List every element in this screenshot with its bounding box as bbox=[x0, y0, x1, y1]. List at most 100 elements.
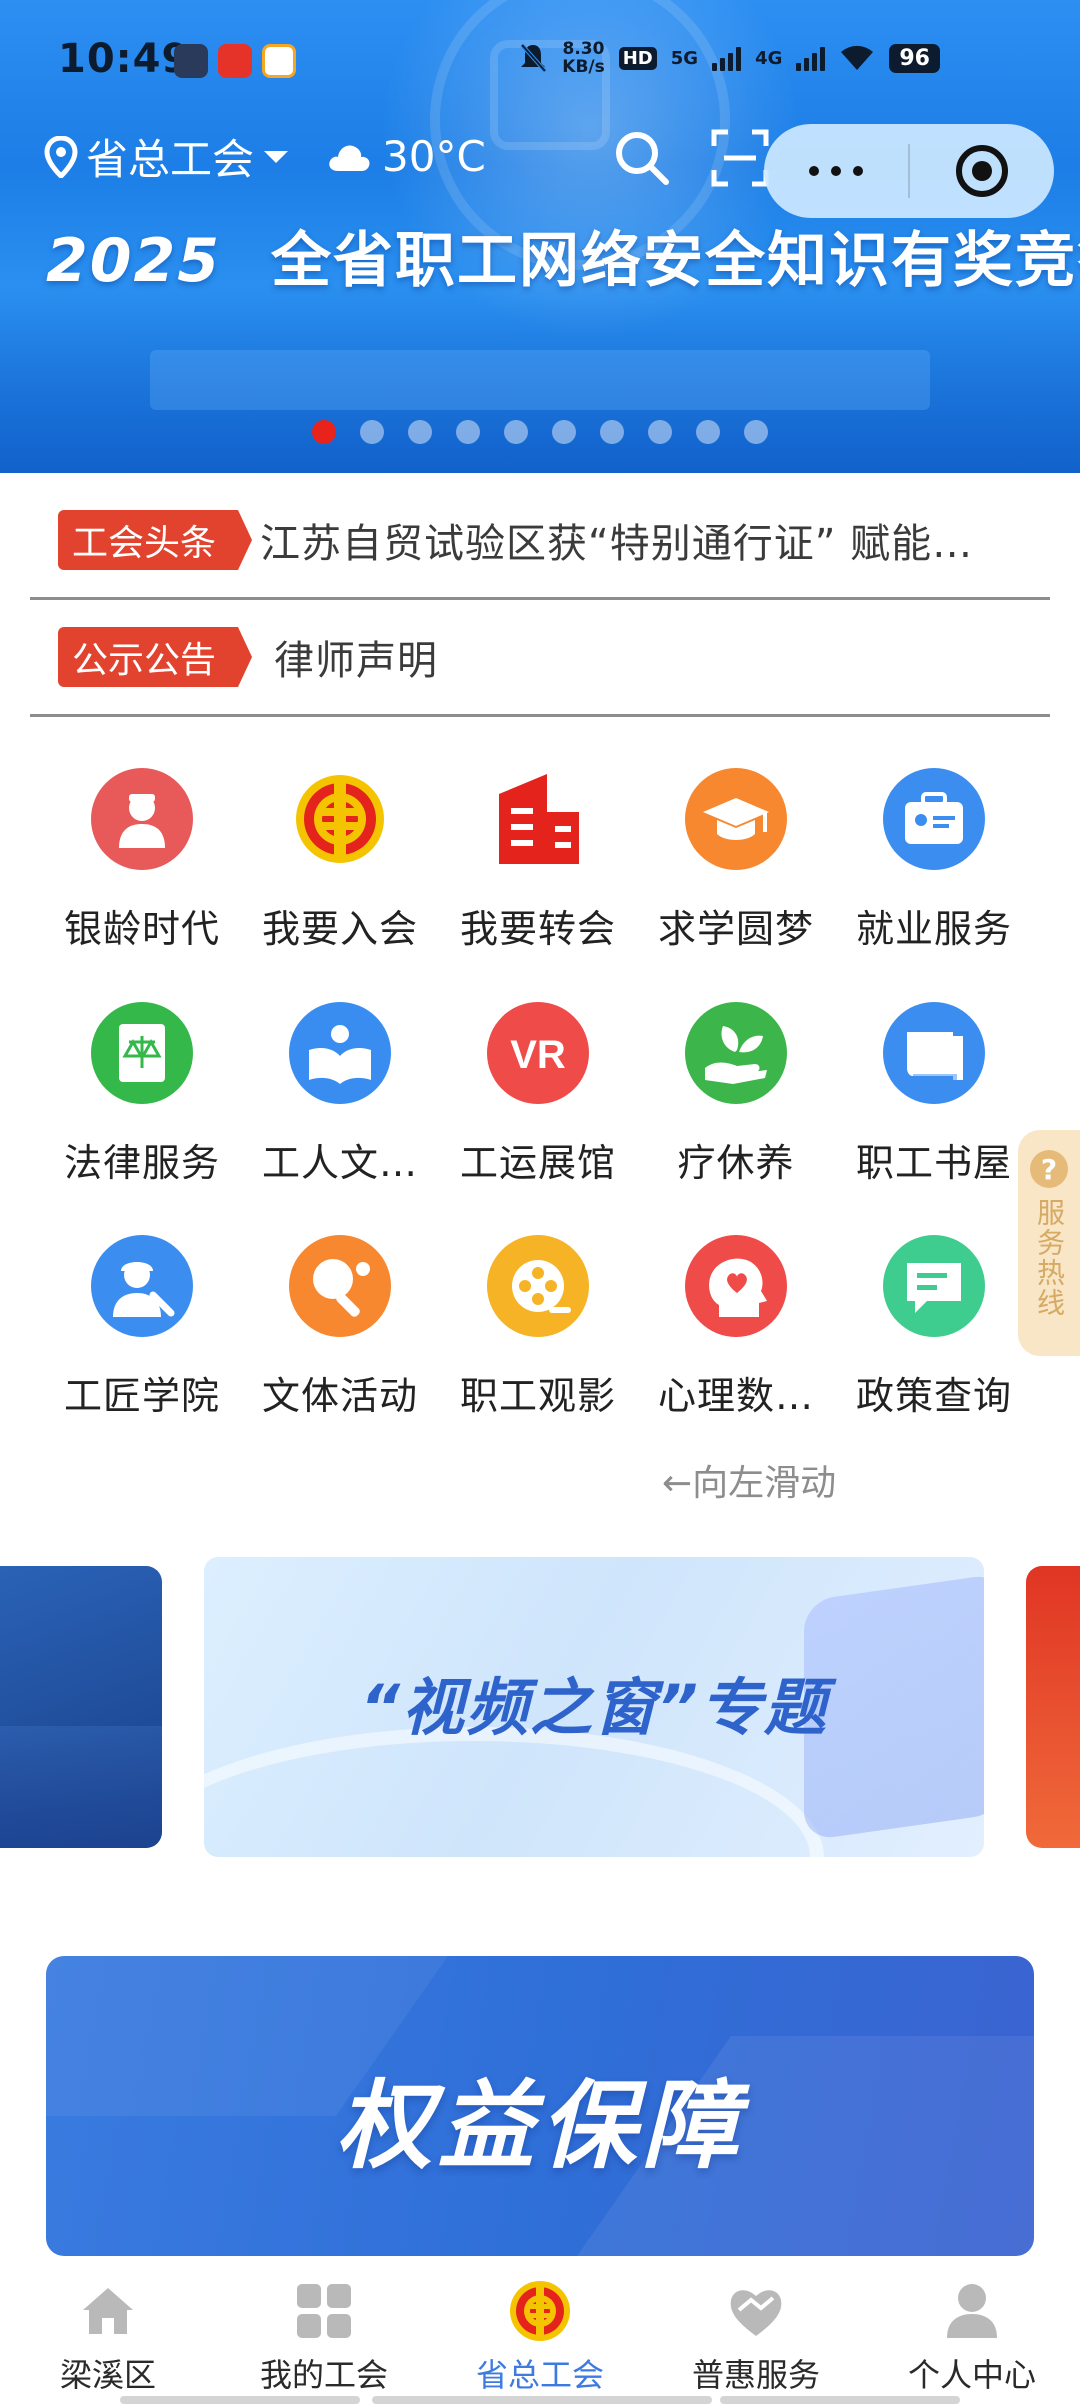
law-book-icon bbox=[91, 1002, 193, 1104]
service-item[interactable]: 我要转会 bbox=[440, 768, 636, 968]
rights-protection-banner[interactable]: 权益保障 bbox=[46, 1956, 1034, 2256]
location-label: 省总工会 bbox=[86, 135, 255, 184]
service-label: 职工观影 bbox=[459, 1374, 616, 1418]
carousel-dot[interactable] bbox=[696, 420, 720, 444]
service-item[interactable]: 求学圆梦 bbox=[638, 768, 834, 968]
svg-text:VR: VR bbox=[510, 1033, 566, 1077]
news-headline-row[interactable]: 工会头条 江苏自贸试验区获“特别通行证” 赋能… bbox=[30, 483, 1050, 600]
carousel-dot[interactable] bbox=[312, 420, 336, 444]
status-bar: 10:49 8.30 KB/s HD 5G 4G 96 bbox=[0, 0, 1080, 124]
service-label: 就业服务 bbox=[855, 907, 1012, 951]
carousel-dot[interactable] bbox=[552, 420, 576, 444]
carousel-dot[interactable] bbox=[600, 420, 624, 444]
service-item[interactable]: 职工书屋 bbox=[836, 1002, 1032, 1202]
service-hotline-tab[interactable]: ? 服务热线 bbox=[1018, 1130, 1080, 1356]
next-feature-card[interactable] bbox=[1026, 1566, 1080, 1848]
nav-item[interactable]: 省总工会 bbox=[432, 2258, 648, 2408]
location-selector[interactable]: 省总工会 bbox=[44, 126, 290, 187]
home-indicator bbox=[720, 2396, 960, 2404]
carousel-dot[interactable] bbox=[408, 420, 432, 444]
service-item[interactable]: 就业服务 bbox=[836, 768, 1032, 968]
service-item[interactable]: 职工观影 bbox=[440, 1235, 636, 1435]
person-icon bbox=[941, 2280, 1003, 2342]
hero-actions bbox=[612, 128, 770, 188]
miniapp-capsule bbox=[764, 124, 1054, 218]
service-label: 求学圆梦 bbox=[657, 907, 814, 951]
service-item[interactable]: 我要入会 bbox=[242, 768, 438, 968]
nav-item[interactable]: 个人中心 bbox=[864, 2258, 1080, 2408]
rights-title: 权益保障 bbox=[336, 2070, 744, 2182]
status-indicators: 8.30 KB/s HD 5G 4G 96 bbox=[518, 40, 940, 76]
service-label: 法律服务 bbox=[63, 1141, 220, 1185]
notice-tag: 公示公告 bbox=[58, 627, 253, 687]
hero-title: 2025 全省职工网络安全知识有奖竞答 bbox=[46, 212, 1080, 299]
carousel-dot[interactable] bbox=[360, 420, 384, 444]
weather: 30°C bbox=[326, 132, 486, 181]
service-item[interactable]: 法律服务 bbox=[44, 1002, 240, 1202]
status-app-icons bbox=[174, 44, 296, 78]
sig2-label: 4G bbox=[755, 47, 783, 69]
service-item[interactable]: 银龄时代 bbox=[44, 768, 240, 968]
service-item[interactable]: VR 工运展馆 bbox=[440, 1002, 636, 1202]
nav-item[interactable]: 普惠服务 bbox=[648, 2258, 864, 2408]
service-item[interactable]: 工人文… bbox=[242, 1002, 438, 1202]
leaf-hand-icon bbox=[685, 1002, 787, 1104]
union-emblem-icon bbox=[509, 2280, 571, 2342]
news-text: 江苏自贸试验区获“特别通行证” 赋能… bbox=[260, 521, 974, 567]
caret-down-icon bbox=[264, 150, 289, 163]
hero-year: 2025 bbox=[46, 226, 221, 296]
film-reel-icon bbox=[487, 1235, 589, 1337]
vr-icon: VR bbox=[487, 1002, 589, 1104]
graduation-cap-icon bbox=[685, 768, 787, 870]
service-label: 我要转会 bbox=[459, 907, 616, 951]
nav-label: 我的工会 bbox=[259, 2356, 388, 2394]
more-menu-icon[interactable] bbox=[764, 124, 908, 218]
prev-feature-card[interactable] bbox=[0, 1566, 162, 1848]
video-window-card[interactable]: “视频之窗”专题 bbox=[204, 1557, 984, 1857]
net-speed: 8.30 KB/s bbox=[562, 39, 605, 77]
service-label: 我要入会 bbox=[261, 907, 418, 951]
nav-label: 个人中心 bbox=[907, 2356, 1036, 2394]
book-icon bbox=[883, 1002, 985, 1104]
status-time: 10:49 bbox=[58, 36, 191, 82]
carousel-dot[interactable] bbox=[456, 420, 480, 444]
search-icon[interactable] bbox=[612, 128, 672, 188]
home-indicator bbox=[372, 2396, 712, 2404]
grid-icon bbox=[293, 2280, 355, 2342]
app-notification-icon bbox=[262, 44, 296, 78]
nav-item[interactable]: 我的工会 bbox=[216, 2258, 432, 2408]
chat-bubble-icon bbox=[883, 1235, 985, 1337]
hero-floor-bar bbox=[150, 350, 930, 410]
hd-badge: HD bbox=[618, 46, 657, 70]
carousel-dot[interactable] bbox=[744, 420, 768, 444]
temperature: 30°C bbox=[382, 132, 486, 181]
sig1-label: 5G bbox=[670, 47, 699, 69]
service-item[interactable]: 文体活动 bbox=[242, 1235, 438, 1435]
notice-row[interactable]: 公示公告 律师声明 bbox=[30, 600, 1050, 717]
battery-indicator: 96 bbox=[889, 43, 940, 73]
service-label: 工运展馆 bbox=[459, 1141, 616, 1185]
service-item[interactable]: 疗休养 bbox=[638, 1002, 834, 1202]
signal-icon bbox=[712, 45, 742, 71]
cloud-icon bbox=[329, 145, 370, 171]
open-book-icon bbox=[289, 1002, 391, 1104]
nav-item[interactable]: 梁溪区 bbox=[0, 2258, 216, 2408]
heart-head-icon bbox=[685, 1235, 787, 1337]
swipe-hint: ←向左滑动 bbox=[662, 1463, 837, 1504]
service-label: 政策查询 bbox=[855, 1374, 1012, 1418]
hero-banner[interactable]: 10:49 8.30 KB/s HD 5G 4G 96 省总工会 30°C 20… bbox=[0, 0, 1080, 473]
location-weather-row: 省总工会 30°C bbox=[44, 126, 486, 187]
hotline-label: 服务热线 bbox=[1033, 1198, 1066, 1318]
service-item[interactable]: 政策查询 bbox=[836, 1235, 1032, 1435]
heart-icon bbox=[725, 2280, 787, 2342]
scan-icon[interactable] bbox=[710, 128, 770, 188]
nav-label: 普惠服务 bbox=[691, 2356, 820, 2394]
carousel-dot[interactable] bbox=[504, 420, 528, 444]
carousel-indicator bbox=[312, 420, 768, 444]
mute-bell-icon bbox=[520, 43, 547, 73]
carousel-dot[interactable] bbox=[648, 420, 672, 444]
service-item[interactable]: 工匠学院 bbox=[44, 1235, 240, 1435]
service-item[interactable]: 心理数… bbox=[638, 1235, 834, 1435]
service-label: 工匠学院 bbox=[63, 1374, 220, 1418]
close-miniapp-button[interactable] bbox=[910, 143, 1054, 199]
